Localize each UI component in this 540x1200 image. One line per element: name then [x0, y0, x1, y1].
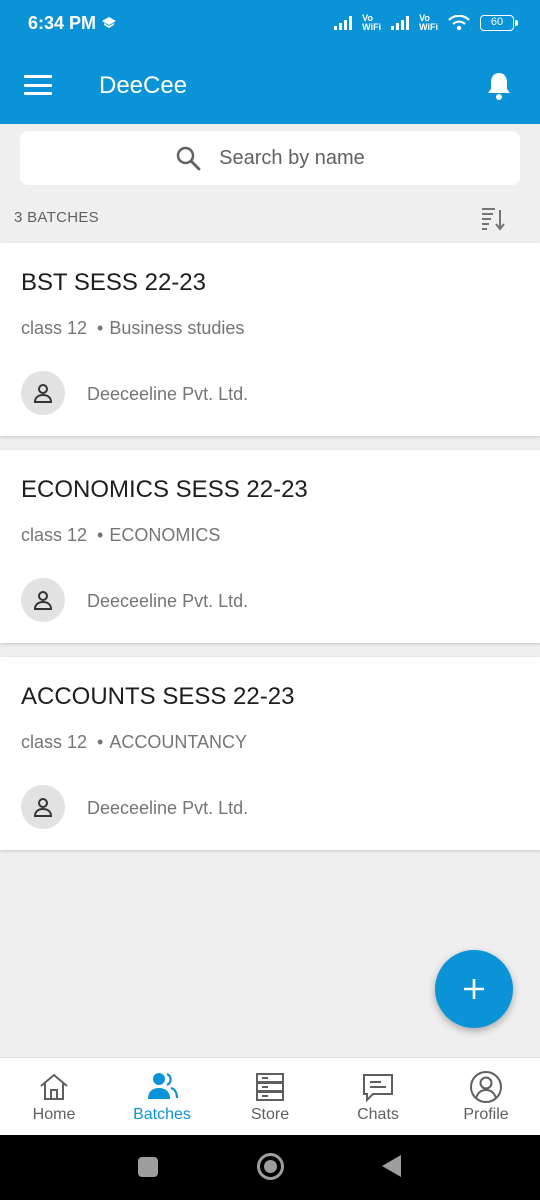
batch-subtitle: class 12 • ECONOMICS	[21, 525, 221, 545]
signal-icon	[391, 16, 410, 30]
avatar	[21, 578, 65, 622]
signal-icon	[334, 16, 353, 30]
person-icon	[33, 591, 53, 610]
search-input[interactable]: Search by name	[20, 131, 520, 185]
batch-subtitle: class 12 • ACCOUNTANCY	[21, 732, 248, 752]
person-icon	[33, 384, 53, 403]
nav-home[interactable]: Home	[0, 1058, 108, 1135]
add-batch-button[interactable]	[435, 950, 513, 1028]
nav-label: Home	[32, 1106, 76, 1123]
status-icons: Vo WiFi Vo WiFi 60	[334, 13, 518, 32]
app-title: DeeCee	[99, 72, 188, 99]
batch-subtitle: class 12 • Business studies	[21, 318, 245, 338]
nav-chats[interactable]: Chats	[324, 1058, 432, 1135]
home-button[interactable]	[257, 1153, 284, 1180]
menu-icon[interactable]	[24, 75, 52, 95]
chat-icon	[363, 1074, 393, 1103]
batch-owner: Deeceeline Pvt. Ltd.	[87, 798, 249, 818]
batch-card[interactable]: ECONOMICS SESS 22-23 class 12 • ECONOMICS …	[0, 450, 540, 643]
batch-card[interactable]: ACCOUNTS SESS 22-23 class 12 • ACCOUNTANCY…	[0, 657, 540, 850]
batch-card[interactable]: BST SESS 22-23 class 12 • Business studies…	[0, 243, 540, 436]
app-bar: DeeCee	[0, 46, 540, 124]
nav-label: Batches	[133, 1106, 191, 1123]
batch-owner: Deeceeline Pvt. Ltd.	[87, 384, 249, 404]
system-nav-bar	[0, 1135, 540, 1200]
search-placeholder: Search by name	[219, 146, 365, 169]
batch-title: ECONOMICS SESS 22-23	[21, 476, 308, 503]
back-button[interactable]	[382, 1155, 401, 1177]
batch-title: BST SESS 22-23	[21, 269, 206, 296]
search-icon	[176, 146, 201, 171]
sort-icon[interactable]	[480, 205, 506, 231]
nav-label: Store	[250, 1106, 290, 1123]
battery-icon: 60	[480, 15, 518, 31]
nav-label: Profile	[463, 1106, 509, 1123]
vowifi-icon: Vo WiFi	[419, 13, 438, 32]
status-time: 6:34 PM	[28, 12, 97, 33]
bottom-nav: Home Batches Store Chats Profile	[0, 1057, 540, 1135]
avatar	[21, 371, 65, 415]
nav-store[interactable]: Store	[216, 1058, 324, 1135]
bell-icon[interactable]	[484, 70, 514, 102]
nav-label: Chats	[357, 1106, 399, 1123]
person-icon	[33, 798, 53, 817]
profile-icon	[470, 1071, 502, 1103]
batches-icon	[148, 1072, 179, 1099]
avatar	[21, 785, 65, 829]
store-icon	[256, 1073, 284, 1101]
batch-owner: Deeceeline Pvt. Ltd.	[87, 591, 249, 611]
batch-title: ACCOUNTS SESS 22-23	[21, 683, 295, 710]
nav-batches[interactable]: Batches	[108, 1058, 216, 1135]
plus-icon	[464, 979, 484, 999]
nav-profile[interactable]: Profile	[432, 1058, 540, 1135]
vowifi-icon: Vo WiFi	[362, 13, 382, 32]
recents-button[interactable]	[138, 1157, 158, 1177]
status-bar: 6:34 PM Vo WiFi Vo WiFi 60	[0, 0, 540, 46]
home-icon	[40, 1073, 68, 1100]
wifi-icon	[448, 15, 470, 31]
location-icon	[102, 17, 117, 28]
batch-count: 3 BATCHES	[14, 209, 99, 226]
